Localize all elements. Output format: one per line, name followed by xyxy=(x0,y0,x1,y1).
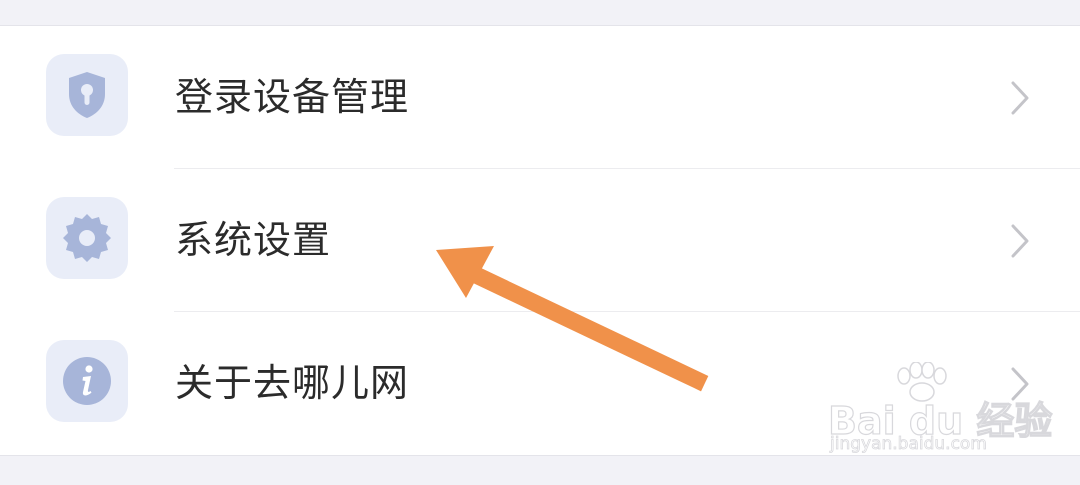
watermark-url: jingyan.baidu.com xyxy=(830,434,988,455)
icon-tile xyxy=(46,340,128,422)
settings-page: 登录设备管理 系统设置 关于去哪儿网 Bai du 经验 jingyan.bai… xyxy=(0,0,1080,485)
icon-tile xyxy=(46,197,128,279)
menu-item-system-settings[interactable]: 系统设置 xyxy=(0,169,1080,312)
top-section-gap xyxy=(0,0,1080,26)
menu-item-label: 登录设备管理 xyxy=(175,75,410,119)
info-icon xyxy=(63,357,111,405)
chevron-right-icon xyxy=(1011,224,1029,258)
menu-item-label: 系统设置 xyxy=(175,218,332,262)
menu-item-device-management[interactable]: 登录设备管理 xyxy=(0,26,1080,169)
gear-icon xyxy=(63,214,111,262)
shield-keyhole-icon xyxy=(69,72,105,118)
menu-item-label: 关于去哪儿网 xyxy=(175,361,410,405)
icon-tile xyxy=(46,54,128,136)
chevron-right-icon xyxy=(1011,81,1029,115)
watermark: Bai du 经验 jingyan.baidu.com xyxy=(827,362,1053,462)
